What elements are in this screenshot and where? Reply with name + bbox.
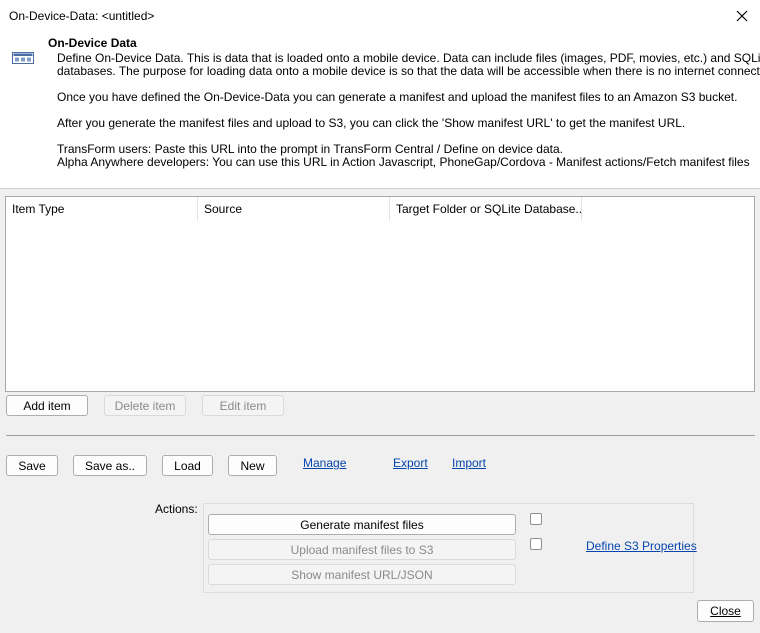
close-button-label: Close [710, 604, 741, 618]
actions-label: Actions: [155, 502, 198, 516]
column-header-source[interactable]: Source [198, 197, 390, 221]
upload-manifest-button[interactable]: Upload manifest files to S3 [208, 539, 516, 560]
export-link[interactable]: Export [393, 456, 428, 470]
save-button[interactable]: Save [6, 455, 58, 476]
close-icon [736, 10, 748, 22]
import-link[interactable]: Import [452, 456, 486, 470]
manage-link[interactable]: Manage [303, 456, 346, 470]
info-heading: On-Device Data [48, 36, 137, 50]
generate-manifest-button[interactable]: Generate manifest files [208, 514, 516, 535]
title-bar: On-Device-Data: <untitled> [0, 0, 760, 33]
add-item-button[interactable]: Add item [6, 395, 88, 416]
column-header-target-folder[interactable]: Target Folder or SQLite Database... [390, 197, 582, 221]
define-s3-properties-link[interactable]: Define S3 Properties [586, 539, 697, 553]
new-button[interactable]: New [228, 455, 277, 476]
edit-item-button[interactable]: Edit item [202, 395, 284, 416]
close-button[interactable]: Close [697, 600, 754, 622]
info-paragraph-2: Once you have defined the On-Device-Data… [57, 90, 738, 104]
window-title: On-Device-Data: <untitled> [9, 9, 155, 23]
item-list[interactable]: Item Type Source Target Folder or SQLite… [5, 196, 755, 392]
data-grid-icon [12, 52, 34, 64]
generate-manifest-checkbox[interactable] [530, 513, 542, 525]
upload-manifest-checkbox[interactable] [530, 538, 542, 550]
window-close-button[interactable] [730, 4, 754, 28]
info-paragraph-4-line-2: Alpha Anywhere developers: You can use t… [57, 155, 750, 169]
info-paragraph-3: After you generate the manifest files an… [57, 116, 686, 130]
list-header: Item Type Source Target Folder or SQLite… [6, 197, 754, 221]
save-as-button[interactable]: Save as.. [73, 455, 147, 476]
separator [6, 435, 755, 436]
info-panel: On-Device Data Define On-Device Data. Th… [0, 32, 760, 189]
delete-item-button[interactable]: Delete item [104, 395, 186, 416]
load-button[interactable]: Load [162, 455, 213, 476]
show-manifest-url-button[interactable]: Show manifest URL/JSON [208, 564, 516, 585]
info-paragraph-1-line-2: databases. The purpose for loading data … [57, 64, 760, 78]
column-header-item-type[interactable]: Item Type [6, 197, 198, 221]
